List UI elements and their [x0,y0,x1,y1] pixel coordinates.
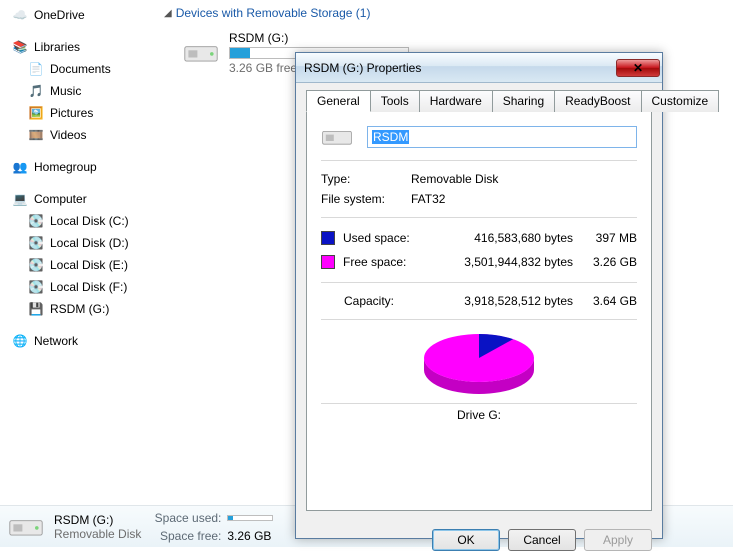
tab-hardware[interactable]: Hardware [419,90,493,112]
status-drive-type: Removable Disk [54,527,141,541]
sidebar-item-pictures[interactable]: 🖼️ Pictures [8,102,152,124]
sidebar-item-label: Music [50,84,81,98]
computer-icon: 💻 [12,191,28,207]
sidebar-item-label: Local Disk (E:) [50,258,128,272]
used-swatch [321,231,335,245]
cloud-icon: ☁️ [12,7,28,23]
properties-dialog: RSDM (G:) Properties ✕ General Tools Har… [295,52,663,539]
tab-page-general: RSDM Type: Removable Disk File system: FAT… [306,111,652,511]
pie-chart [321,320,637,404]
status-used-bar [227,515,273,521]
capacity-label: Capacity: [321,289,417,313]
tab-readyboost[interactable]: ReadyBoost [554,90,641,112]
videos-icon: 🎞️ [28,127,44,143]
removable-icon: 💾 [28,301,44,317]
tab-strip: General Tools Hardware Sharing ReadyBoos… [306,89,652,111]
filesystem-value: FAT32 [411,189,445,209]
removable-drive-icon [183,37,219,69]
network-icon: 🌐 [12,333,28,349]
free-swatch [321,255,335,269]
dialog-title: RSDM (G:) Properties [304,61,421,75]
used-space-label: Used space: [343,226,423,250]
sidebar-item-drive-g[interactable]: 💾 RSDM (G:) [8,298,152,320]
ok-button[interactable]: OK [432,529,500,551]
sidebar-item-label: Pictures [50,106,93,120]
sidebar-item-label: Local Disk (F:) [50,280,127,294]
used-space-human: 397 MB [581,226,637,250]
capacity-bytes: 3,918,528,512 bytes [425,289,573,313]
section-title: Devices with Removable Storage (1) [176,6,371,20]
close-button[interactable]: ✕ [616,59,660,77]
sidebar-item-label: Computer [34,192,87,206]
sidebar-item-label: OneDrive [34,8,85,22]
status-free-label: Space free: [151,527,221,545]
drive-icon [321,124,353,150]
apply-button[interactable]: Apply [584,529,652,551]
capacity-human: 3.64 GB [581,289,637,313]
free-space-human: 3.26 GB [581,250,637,274]
sidebar-item-drive-f[interactable]: 💽 Local Disk (F:) [8,276,152,298]
sidebar-item-onedrive[interactable]: ☁️ OneDrive [8,4,152,26]
removable-drive-icon [8,512,44,542]
sidebar-item-computer[interactable]: 💻 Computer [8,188,152,210]
sidebar-item-documents[interactable]: 📄 Documents [8,58,152,80]
homegroup-icon: 👥 [12,159,28,175]
pictures-icon: 🖼️ [28,105,44,121]
sidebar-item-label: RSDM (G:) [50,302,109,316]
free-space-label: Free space: [343,250,423,274]
status-drive-name: RSDM (G:) [54,513,141,527]
type-value: Removable Disk [411,169,498,189]
documents-icon: 📄 [28,61,44,77]
hdd-icon: 💽 [28,235,44,251]
sidebar-item-music[interactable]: 🎵 Music [8,80,152,102]
hdd-icon: 💽 [28,257,44,273]
libraries-icon: 📚 [12,39,28,55]
sidebar-item-homegroup[interactable]: 👥 Homegroup [8,156,152,178]
chevron-down-icon: ◢ [164,8,172,19]
section-header-removable[interactable]: ◢ Devices with Removable Storage (1) [160,0,733,26]
type-label: Type: [321,169,403,189]
sidebar-item-network[interactable]: 🌐 Network [8,330,152,352]
sidebar-item-label: Local Disk (C:) [50,214,129,228]
hdd-icon: 💽 [28,279,44,295]
sidebar-item-label: Videos [50,128,86,142]
sidebar-item-drive-d[interactable]: 💽 Local Disk (D:) [8,232,152,254]
music-icon: 🎵 [28,83,44,99]
sidebar-item-label: Documents [50,62,111,76]
tab-sharing[interactable]: Sharing [492,90,555,112]
sidebar-item-label: Network [34,334,78,348]
pie-caption: Drive G: [321,404,637,422]
sidebar-item-drive-c[interactable]: 💽 Local Disk (C:) [8,210,152,232]
drive-label-input[interactable]: RSDM [367,126,637,148]
tab-general[interactable]: General [306,90,371,112]
used-space-bytes: 416,583,680 bytes [431,226,573,250]
sidebar-item-videos[interactable]: 🎞️ Videos [8,124,152,146]
navigation-pane: ☁️ OneDrive 📚 Libraries 📄 Documents 🎵 Musi… [0,0,160,505]
sidebar-item-drive-e[interactable]: 💽 Local Disk (E:) [8,254,152,276]
sidebar-item-label: Libraries [34,40,80,54]
sidebar-item-label: Homegroup [34,160,97,174]
sidebar-item-libraries[interactable]: 📚 Libraries [8,36,152,58]
cancel-button[interactable]: Cancel [508,529,576,551]
tab-customize[interactable]: Customize [641,90,720,112]
status-free-value: 3.26 GB [227,527,271,545]
close-icon: ✕ [633,61,643,75]
tab-tools[interactable]: Tools [370,90,420,112]
sidebar-item-label: Local Disk (D:) [50,236,129,250]
filesystem-label: File system: [321,189,403,209]
dialog-titlebar[interactable]: RSDM (G:) Properties ✕ [296,53,662,83]
hdd-icon: 💽 [28,213,44,229]
status-used-label: Space used: [151,509,221,527]
drive-tile-name: RSDM (G:) [229,31,409,45]
free-space-bytes: 3,501,944,832 bytes [431,250,573,274]
